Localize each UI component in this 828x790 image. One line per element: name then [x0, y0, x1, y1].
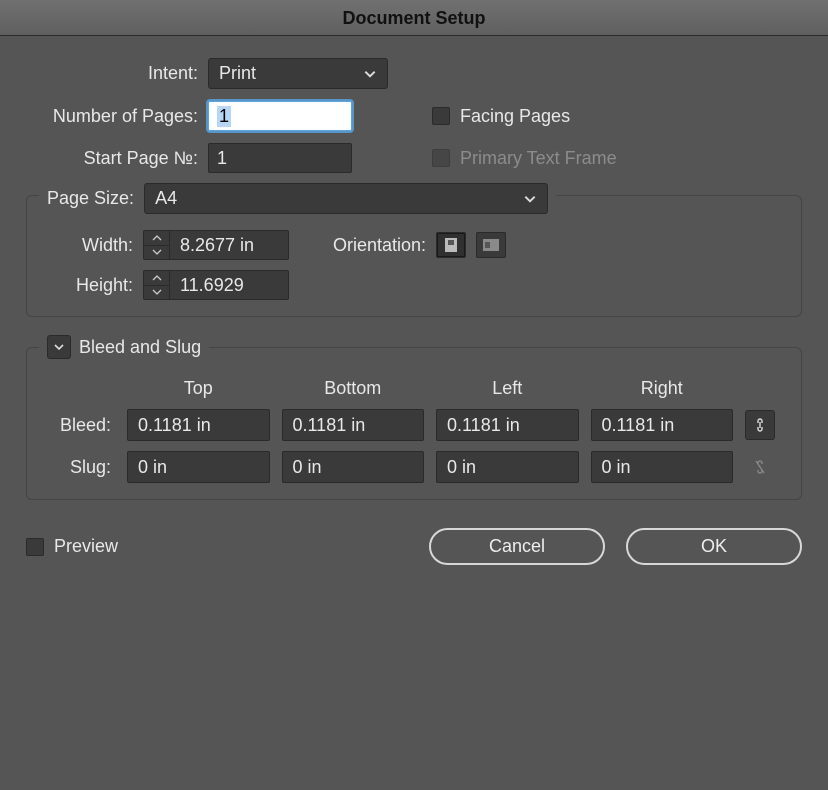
slug-left-input[interactable]: [436, 451, 579, 483]
bleed-slug-group-label: Bleed and Slug: [39, 335, 209, 359]
height-dec[interactable]: [144, 285, 169, 300]
height-stepper[interactable]: 11.6929: [143, 270, 289, 300]
row-num-pages: Number of Pages: 1 Facing Pages: [22, 101, 806, 131]
bleed-row: Bleed:: [43, 409, 785, 441]
link-icon: [753, 416, 767, 434]
width-label: Width:: [43, 235, 143, 256]
bleed-slug-table: Top Bottom Left Right Bleed: Slu: [43, 378, 785, 483]
start-page-input[interactable]: 1: [208, 143, 352, 173]
chevron-down-icon: [523, 192, 537, 206]
intent-select[interactable]: Print: [208, 58, 388, 89]
facing-pages-label: Facing Pages: [460, 106, 570, 127]
slug-top-input[interactable]: [127, 451, 270, 483]
page-size-group: Page Size: A4 Width: 8.2677 in Orientati…: [26, 195, 802, 317]
chevron-down-icon: [152, 249, 162, 255]
primary-text-frame-wrap: Primary Text Frame: [432, 148, 617, 169]
orientation-landscape-button[interactable]: [476, 232, 506, 258]
intent-value: Print: [219, 63, 256, 84]
bleed-label: Bleed:: [43, 415, 115, 436]
orientation-portrait-button[interactable]: [436, 232, 466, 258]
slug-bottom-input[interactable]: [282, 451, 425, 483]
col-top: Top: [127, 378, 270, 399]
chevron-down-icon: [152, 289, 162, 295]
bleed-left-input[interactable]: [436, 409, 579, 441]
dialog-footer: Preview Cancel OK: [22, 528, 806, 565]
preview-checkbox[interactable]: [26, 538, 44, 556]
page-size-label: Page Size:: [47, 188, 134, 209]
page-size-group-label: Page Size: A4: [39, 183, 556, 214]
page-size-value: A4: [155, 188, 177, 209]
bleed-link-toggle[interactable]: [745, 410, 775, 440]
footer-buttons: Cancel OK: [429, 528, 802, 565]
slug-label: Slug:: [43, 457, 115, 478]
col-bottom: Bottom: [282, 378, 425, 399]
height-value[interactable]: 11.6929: [170, 271, 288, 299]
height-label: Height:: [43, 275, 143, 296]
row-start-page: Start Page №: 1 Primary Text Frame: [22, 143, 806, 173]
slug-right-input[interactable]: [591, 451, 734, 483]
orientation-label: Orientation:: [333, 235, 426, 256]
intent-label: Intent:: [22, 63, 208, 84]
num-pages-label: Number of Pages:: [22, 106, 208, 127]
primary-text-frame-label: Primary Text Frame: [460, 148, 617, 169]
bleed-right-input[interactable]: [591, 409, 734, 441]
bleed-slug-label: Bleed and Slug: [79, 337, 201, 358]
width-value[interactable]: 8.2677 in: [170, 231, 288, 259]
landscape-icon: [482, 238, 500, 252]
chevron-down-icon: [363, 67, 377, 81]
chevron-up-icon: [152, 235, 162, 241]
row-intent: Intent: Print: [22, 58, 806, 89]
bleed-slug-group: Bleed and Slug Top Bottom Left Right Ble…: [26, 347, 802, 500]
dialog-body: Intent: Print Number of Pages: 1 Facing …: [0, 36, 828, 581]
width-stepper[interactable]: 8.2677 in: [143, 230, 289, 260]
page-size-select[interactable]: A4: [144, 183, 548, 214]
facing-pages-wrap: Facing Pages: [432, 106, 570, 127]
bleed-top-input[interactable]: [127, 409, 270, 441]
slug-row: Slug:: [43, 451, 785, 483]
chevron-down-icon: [53, 341, 65, 353]
cancel-button[interactable]: Cancel: [429, 528, 605, 565]
slug-link-toggle[interactable]: [745, 452, 775, 482]
num-pages-value: 1: [217, 106, 231, 127]
preview-label: Preview: [54, 536, 118, 557]
width-inc[interactable]: [144, 231, 169, 245]
primary-text-frame-checkbox: [432, 149, 450, 167]
bs-headers: Top Bottom Left Right: [43, 378, 785, 399]
bleed-bottom-input[interactable]: [282, 409, 425, 441]
dialog-title: Document Setup: [0, 0, 828, 36]
row-width: Width: 8.2677 in Orientation:: [43, 230, 785, 260]
preview-wrap: Preview: [26, 536, 118, 557]
col-left: Left: [436, 378, 579, 399]
col-right: Right: [591, 378, 734, 399]
start-page-value: 1: [217, 148, 227, 169]
bleed-slug-disclosure[interactable]: [47, 335, 71, 359]
portrait-icon: [444, 237, 458, 253]
ok-button[interactable]: OK: [626, 528, 802, 565]
height-inc[interactable]: [144, 271, 169, 285]
start-page-label: Start Page №:: [22, 148, 208, 169]
facing-pages-checkbox[interactable]: [432, 107, 450, 125]
orientation-wrap: Orientation:: [333, 232, 506, 258]
row-height: Height: 11.6929: [43, 270, 785, 300]
chevron-up-icon: [152, 275, 162, 281]
unlink-icon: [753, 458, 767, 476]
num-pages-input[interactable]: 1: [208, 101, 352, 131]
width-dec[interactable]: [144, 245, 169, 260]
